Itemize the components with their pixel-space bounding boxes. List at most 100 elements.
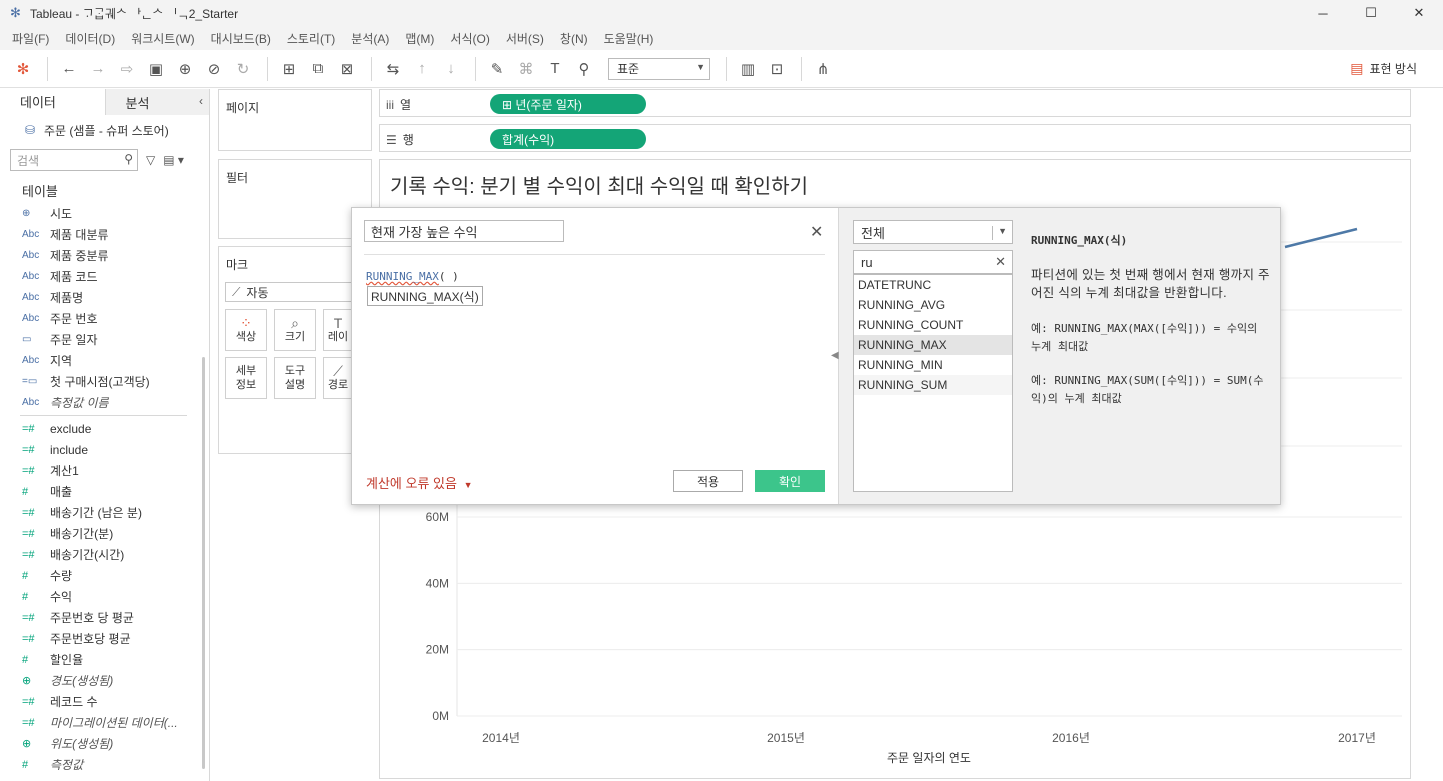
show-mark-labels-icon[interactable]: T xyxy=(542,56,568,82)
fix-axes-icon[interactable]: ⚲ xyxy=(571,56,597,82)
menu-data[interactable]: 데이터(D) xyxy=(57,30,123,47)
show-cards-icon[interactable]: ▥ xyxy=(735,56,761,82)
calc-formula-editor[interactable]: RUNNING_MAX( ) xyxy=(366,270,459,283)
rows-shelf[interactable]: ☰ 행 합계(수익) xyxy=(379,124,1411,152)
mark-type-select[interactable]: ⟋ 자동 xyxy=(225,282,355,302)
data-pane-scrollbar[interactable] xyxy=(202,357,205,769)
show-me-button[interactable]: ▤ 표현 방식 xyxy=(1350,60,1417,77)
field-item[interactable]: =# 마이그레이션된 데이터(... xyxy=(0,712,209,733)
field-item[interactable]: =# 계산1 xyxy=(0,460,209,481)
minimize-button[interactable]: ─ xyxy=(1299,0,1347,26)
field-item[interactable]: Abc 제품 코드 xyxy=(0,266,209,287)
tableau-home-icon[interactable]: ✻ xyxy=(10,56,36,82)
field-item[interactable]: =# exclude xyxy=(0,418,209,439)
save-icon[interactable]: ▣ xyxy=(143,56,169,82)
function-list-item[interactable]: RUNNING_AVG xyxy=(854,295,1012,315)
field-item[interactable]: Abc 제품명 xyxy=(0,287,209,308)
view-options-icon[interactable]: ▤ ▾ xyxy=(163,153,184,167)
undo-icon[interactable]: ← xyxy=(56,56,82,82)
refresh-icon[interactable]: ↻ xyxy=(230,56,256,82)
redo-icon[interactable]: → xyxy=(85,56,111,82)
duplicate-sheet-icon[interactable]: ⧉ xyxy=(305,56,331,82)
detail-button[interactable]: 세부 정보 xyxy=(225,357,267,399)
new-worksheet-icon[interactable]: ⊞ xyxy=(276,56,302,82)
menu-story[interactable]: 스토리(T) xyxy=(279,30,343,47)
view-size-select[interactable]: 표준 ▼ xyxy=(608,57,710,80)
menu-format[interactable]: 서식(O) xyxy=(442,30,497,47)
collapse-pane-icon[interactable]: ‹ xyxy=(199,94,203,108)
menu-worksheet[interactable]: 워크시트(W) xyxy=(123,30,202,47)
filter-icon[interactable]: ▽ xyxy=(146,153,155,167)
columns-shelf[interactable]: iii 열 ⊞ 년(주문 일자) xyxy=(379,89,1411,117)
maximize-button[interactable]: ☐ xyxy=(1347,0,1395,26)
pause-updates-icon[interactable]: ⊘ xyxy=(201,56,227,82)
close-icon[interactable]: ✕ xyxy=(810,222,823,242)
tab-data[interactable]: 데이터 xyxy=(0,89,105,115)
ok-button[interactable]: 확인 xyxy=(755,470,825,492)
menu-analysis[interactable]: 분석(A) xyxy=(343,30,397,47)
field-item[interactable]: # 측정값 xyxy=(0,754,209,775)
menu-dashboard[interactable]: 대시보드(B) xyxy=(203,30,279,47)
calc-error-status[interactable]: 계산에 오류 있음 ▼ xyxy=(366,473,473,492)
function-list-item[interactable]: RUNNING_COUNT xyxy=(854,315,1012,335)
function-search-input[interactable]: ru ✕ xyxy=(853,250,1013,274)
field-item[interactable]: =# 배송기간 (남은 분) xyxy=(0,502,209,523)
swap-rows-columns-icon[interactable]: ⇆ xyxy=(380,56,406,82)
function-list-item[interactable]: RUNNING_SUM xyxy=(854,375,1012,395)
field-item[interactable]: =▭ 첫 구매시점(고객당) xyxy=(0,371,209,392)
size-button[interactable]: ⌕ 크기 xyxy=(274,309,316,351)
menu-file[interactable]: 파일(F) xyxy=(4,30,57,47)
apply-button[interactable]: 적용 xyxy=(673,470,743,492)
field-item[interactable]: Abc 측정값 이름 xyxy=(0,392,209,413)
menu-window[interactable]: 창(N) xyxy=(552,30,596,47)
tab-analytics[interactable]: 분석 ‹ xyxy=(104,89,209,115)
field-item[interactable]: =# 배송기간(분) xyxy=(0,523,209,544)
calc-name-input[interactable]: 현재 가장 높은 수익 xyxy=(364,220,564,242)
field-item[interactable]: ⊕ 경도(생성됨) xyxy=(0,670,209,691)
clear-search-icon[interactable]: ✕ xyxy=(995,254,1006,270)
new-datasource-icon[interactable]: ⊕ xyxy=(172,56,198,82)
function-list-item[interactable]: DATETRUNC xyxy=(854,275,1012,295)
field-item[interactable]: Abc 제품 중분류 xyxy=(0,245,209,266)
function-list-item[interactable]: RUNNING_MIN xyxy=(854,355,1012,375)
field-item[interactable]: # 매출 xyxy=(0,481,209,502)
menu-help[interactable]: 도움말(H) xyxy=(596,30,662,47)
close-window-button[interactable]: ✕ xyxy=(1395,0,1443,26)
menu-server[interactable]: 서버(S) xyxy=(498,30,552,47)
field-item[interactable]: =# 주문번호 당 평균 xyxy=(0,607,209,628)
field-item[interactable]: =# 주문번호당 평균 xyxy=(0,628,209,649)
field-item[interactable]: # 할인율 xyxy=(0,649,209,670)
function-list-item[interactable]: RUNNING_MAX xyxy=(854,335,1012,355)
function-category-select[interactable]: 전체 ▼ xyxy=(853,220,1013,244)
label-button[interactable]: T 레이 xyxy=(323,309,353,351)
replay-icon[interactable]: ⇨ xyxy=(114,56,140,82)
field-item[interactable]: =# 배송기간(시간) xyxy=(0,544,209,565)
field-item[interactable]: ▭ 주문 일자 xyxy=(0,329,209,350)
data-search-input[interactable]: 검색 ⚲ xyxy=(10,149,138,171)
field-item[interactable]: Abc 지역 xyxy=(0,350,209,371)
field-item[interactable]: # 수익 xyxy=(0,586,209,607)
field-item[interactable]: # 수량 xyxy=(0,565,209,586)
datasource-item[interactable]: ⛁ 주문 (샘플 - 슈퍼 스토어) xyxy=(0,115,209,145)
rows-pill[interactable]: 합계(수익) xyxy=(490,129,646,149)
presentation-mode-icon[interactable]: ⊡ xyxy=(764,56,790,82)
field-item[interactable]: Abc 주문 번호 xyxy=(0,308,209,329)
menu-map[interactable]: 맵(M) xyxy=(397,30,442,47)
collapse-reference-icon[interactable]: ◀ xyxy=(831,350,839,361)
highlight-icon[interactable]: ✎ xyxy=(484,56,510,82)
field-item[interactable]: ⊕ 시도 xyxy=(0,203,209,224)
share-icon[interactable]: ⋔ xyxy=(810,56,836,82)
color-button[interactable]: ⁘ 색상 xyxy=(225,309,267,351)
field-item[interactable]: =# include xyxy=(0,439,209,460)
filters-card[interactable]: 필터 xyxy=(218,159,372,239)
pages-card[interactable]: 페이지 xyxy=(218,89,372,151)
columns-pill[interactable]: ⊞ 년(주문 일자) xyxy=(490,94,646,114)
field-item[interactable]: =# 레코드 수 xyxy=(0,691,209,712)
clear-sheet-icon[interactable]: ⊠ xyxy=(334,56,360,82)
sort-descending-icon[interactable]: ↓ xyxy=(438,56,464,82)
field-item[interactable]: ⊕ 위도(생성됨) xyxy=(0,733,209,754)
path-button[interactable]: ⟋ 경로 xyxy=(323,357,353,399)
group-members-icon[interactable]: ⌘ xyxy=(513,56,539,82)
sort-ascending-icon[interactable]: ↑ xyxy=(409,56,435,82)
tooltip-button[interactable]: 도구 설명 xyxy=(274,357,316,399)
